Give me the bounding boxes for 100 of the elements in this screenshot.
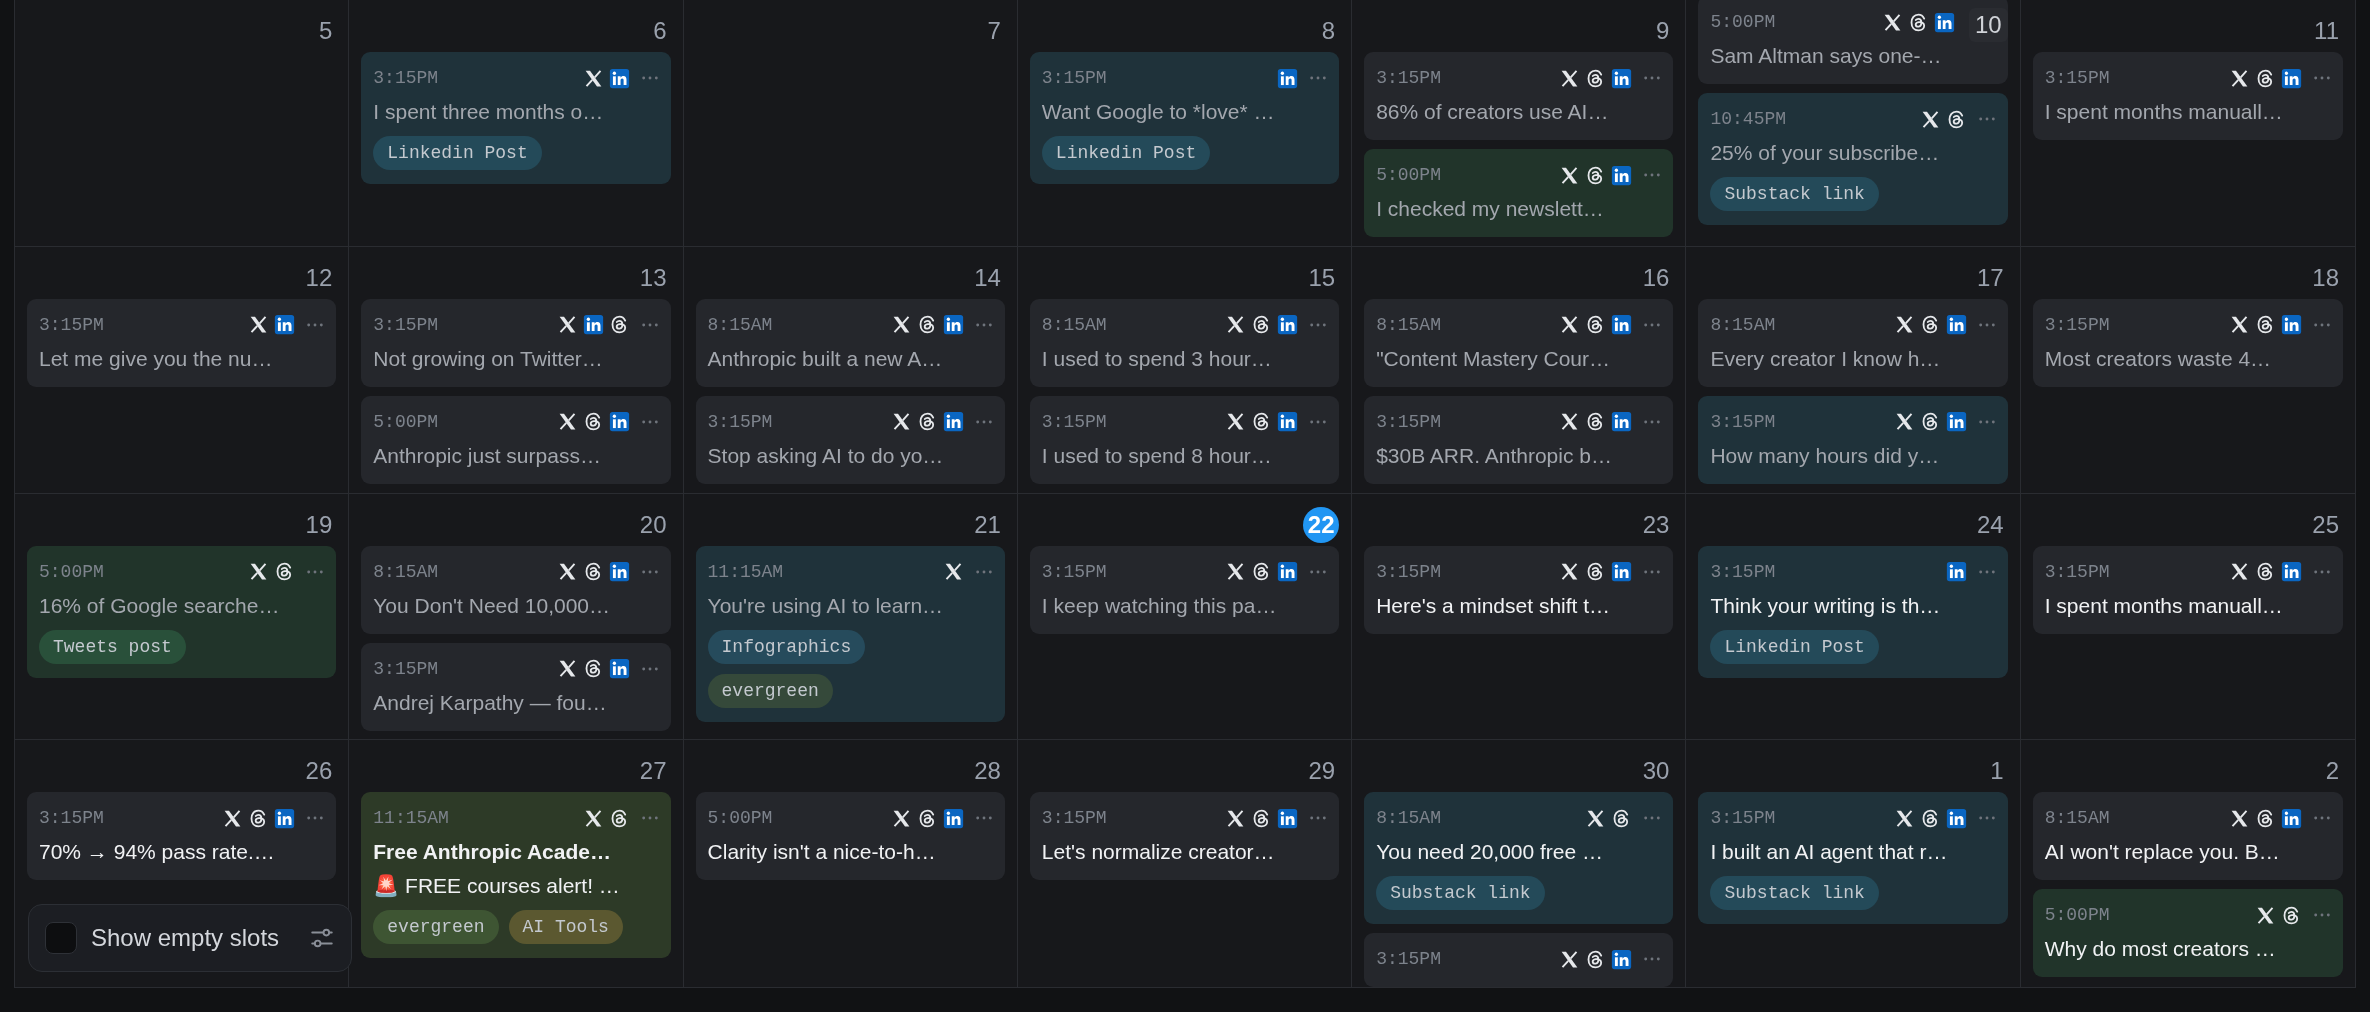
post-text: How many hours did y… (1710, 442, 1941, 469)
post-card[interactable]: 8:15AM Anthropic built a new A… (695, 298, 1005, 387)
post-time: 3:15PM (39, 808, 104, 829)
more-icon[interactable] (1643, 815, 1662, 822)
more-icon[interactable] (1643, 568, 1662, 575)
post-card[interactable]: 3:15PM I spent months manuall… (2032, 52, 2343, 140)
more-icon[interactable] (974, 815, 993, 822)
more-icon[interactable] (974, 418, 993, 425)
post-card[interactable]: 3:15PM Not growing on Twitter… (361, 298, 671, 387)
post-card[interactable]: 3:15PM (1364, 933, 1674, 987)
post-card[interactable]: 11:15AM Free Anthropic Acade… 🚨 FREE courses alert! … evergreen AI Tools (361, 792, 671, 959)
empty-slots-toggle[interactable]: Show empty slots (28, 904, 352, 972)
post-card[interactable]: 3:15PM Here's a mindset shift t… (1364, 545, 1674, 634)
post-card[interactable]: 3:15PM $30B ARR. Anthropic b… (1364, 395, 1674, 484)
post-card[interactable]: 5:00PM Why do most creators … (2032, 889, 2343, 978)
post-text: Most creators waste 4… (2044, 345, 2273, 372)
more-icon[interactable] (306, 568, 325, 575)
more-icon[interactable] (1977, 116, 1996, 122)
post-text: 16% of Google searche… (39, 592, 281, 619)
more-icon[interactable] (640, 568, 659, 575)
more-icon[interactable] (1643, 172, 1662, 178)
more-icon[interactable] (1309, 815, 1328, 822)
more-icon[interactable] (1309, 321, 1328, 328)
post-card[interactable]: 3:15PM I spent three months o… Linkedin Post (361, 52, 671, 184)
more-icon[interactable] (640, 75, 659, 81)
day-number: 20 (638, 509, 668, 540)
more-icon[interactable] (1643, 956, 1662, 963)
post-card[interactable]: 3:15PM I keep watching this pa… (1029, 545, 1340, 634)
linkedin-logo-icon (1611, 314, 1633, 336)
more-icon[interactable] (1643, 321, 1662, 328)
post-card[interactable]: 3:15PM I used to spend 8 hour… (1029, 395, 1340, 484)
post-card[interactable]: 8:15AM Every creator I know h… (1698, 298, 2008, 387)
post-card[interactable]: 11:15AM You're using AI to learn… Infographics evergreen (695, 545, 1005, 722)
linkedin-logo-icon (1277, 314, 1299, 336)
post-card[interactable]: 3:15PM Andrej Karpathy — fou… (361, 642, 671, 731)
post-card[interactable]: 8:15AM AI won't replace you. B… (2032, 792, 2343, 881)
post-text: I checked my newslett… (1376, 196, 1605, 222)
post-card[interactable]: 3:15PM 70% → 94% pass rate.… (27, 792, 337, 881)
post-card[interactable]: 3:15PM 86% of creators use AI… (1364, 52, 1674, 140)
post-card[interactable]: 3:15PM I built an AI agent that r… Substack link (1698, 792, 2008, 925)
more-icon[interactable] (1977, 418, 1996, 425)
more-icon[interactable] (640, 418, 659, 425)
post-time: 3:15PM (39, 314, 104, 335)
more-icon[interactable] (1977, 321, 1996, 328)
post-card[interactable]: 3:15PM How many hours did y… (1698, 395, 2008, 484)
post-text: I keep watching this pa… (1041, 592, 1278, 619)
more-icon[interactable] (2313, 568, 2331, 575)
more-icon[interactable] (1977, 568, 1996, 575)
day-number: 21 (973, 509, 1002, 540)
post-text: I used to spend 8 hour… (1041, 442, 1273, 469)
post-card[interactable]: 5:00PM Clarity isn't a nice-to-h… (695, 792, 1005, 881)
post-card[interactable]: 3:15PM Let's normalize creator… (1029, 792, 1340, 881)
linkedin-logo-icon (942, 807, 964, 829)
x-logo-icon (2229, 561, 2250, 582)
post-card[interactable]: 3:15PM Let me give you the nu… (27, 298, 337, 387)
post-time: 5:00PM (707, 808, 773, 829)
post-card[interactable]: 8:15AM I used to spend 3 hour… (1029, 298, 1340, 387)
post-card[interactable]: 8:15AM You Don't Need 10,000… (361, 545, 671, 634)
more-icon[interactable] (974, 568, 993, 575)
post-card[interactable]: 3:15PM Stop asking AI to do yo… (695, 395, 1005, 484)
day-number: 22 (1303, 506, 1340, 543)
more-icon[interactable] (640, 321, 659, 328)
post-text: 70% → 94% pass rate.… (39, 839, 276, 866)
more-icon[interactable] (1643, 418, 1662, 425)
post-time: 3:15PM (373, 314, 439, 335)
checkbox[interactable] (45, 922, 77, 954)
more-icon[interactable] (2313, 75, 2331, 81)
more-icon[interactable] (306, 815, 325, 822)
more-icon[interactable] (640, 665, 659, 672)
post-card[interactable]: 5:00PM I checked my newslett… (1364, 149, 1674, 237)
post-card[interactable]: 5:00PM 16% of Google searche… Tweets post (27, 545, 337, 678)
post-time: 8:15AM (1376, 808, 1441, 829)
more-icon[interactable] (1309, 418, 1328, 425)
more-icon[interactable] (1977, 815, 1996, 822)
day-number: 6 (652, 16, 668, 46)
post-card[interactable]: 8:15AM "Content Mastery Cour… (1364, 298, 1674, 387)
post-card[interactable]: 5:00PM Anthropic just surpass… (361, 395, 671, 484)
more-icon[interactable] (2313, 815, 2331, 822)
linkedin-logo-icon (1611, 411, 1633, 433)
post-card[interactable]: 3:15PM Most creators waste 4… (2032, 298, 2343, 387)
more-icon[interactable] (306, 321, 325, 328)
post-card[interactable]: 8:15AM You need 20,000 free … Substack link (1364, 792, 1674, 925)
post-time: 3:15PM (2044, 68, 2110, 88)
post-card[interactable]: 3:15PM Think your writing is th… Linkedin Post (1698, 545, 2008, 678)
day-number: 25 (2311, 509, 2340, 540)
more-icon[interactable] (1309, 568, 1328, 575)
tag-label: Linkedin Post (1041, 136, 1211, 170)
day-number: 26 (304, 756, 334, 787)
more-icon[interactable] (1643, 75, 1662, 81)
more-icon[interactable] (1309, 75, 1328, 81)
post-time: 8:15AM (1710, 314, 1776, 335)
more-icon[interactable] (2313, 321, 2331, 328)
post-card[interactable]: 10:45PM 25% of your subscribe… Substack link (1698, 93, 2008, 225)
post-card[interactable]: 3:15PM I spent months manuall… (2032, 545, 2343, 634)
more-icon[interactable] (974, 321, 993, 328)
tag-label: evergreen (707, 673, 833, 708)
post-card[interactable]: 3:15PM Want Google to *love* … Linkedin Post (1029, 52, 1340, 184)
x-logo-icon (2255, 904, 2276, 926)
more-icon[interactable] (640, 815, 659, 822)
more-icon[interactable] (2313, 912, 2331, 919)
